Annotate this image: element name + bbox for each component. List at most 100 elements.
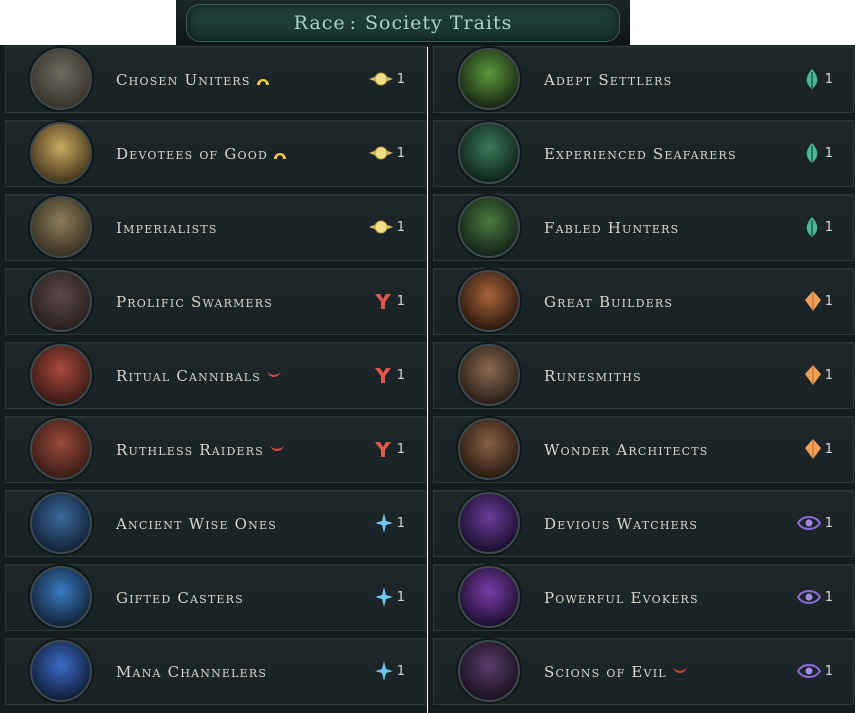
trait-row[interactable]: Great Builders 1	[433, 268, 854, 335]
trait-name-text: Imperialists	[116, 219, 218, 237]
trait-cost-value: 1	[824, 145, 833, 161]
teal-leaf-icon	[803, 217, 821, 237]
red-fork-icon	[373, 440, 393, 458]
left-trait-list: Chosen Uniters 1 Devotees of Good 1 Imperial…	[0, 45, 427, 713]
trait-cost: 1	[796, 587, 833, 607]
trait-name-text: Adept Settlers	[544, 71, 673, 89]
blue-star-icon	[374, 587, 393, 607]
trait-name: Scions of Evil	[544, 663, 688, 682]
trait-row[interactable]: Fabled Hunters 1	[433, 194, 854, 261]
trait-name: Great Builders	[544, 293, 673, 311]
trait-name: Imperialists	[116, 219, 218, 237]
trait-cost-value: 1	[824, 219, 833, 235]
trait-name-text: Chosen Uniters	[116, 71, 251, 89]
trait-name: Mana Channelers	[116, 663, 267, 681]
magic-hand-portrait	[30, 566, 92, 628]
red-fork-icon	[373, 366, 393, 384]
trait-row[interactable]: Imperialists 1	[5, 194, 426, 261]
red-fork-icon	[373, 292, 393, 310]
lantern-portrait	[30, 48, 92, 110]
purple-eye-icon	[796, 589, 821, 605]
trait-row[interactable]: Devotees of Good 1	[5, 120, 426, 187]
gold-coin-icon	[368, 146, 393, 160]
amber-gem-icon	[804, 365, 821, 385]
trait-cost: 1	[796, 513, 833, 533]
hooded-sage-portrait	[30, 492, 92, 554]
trait-name-text: Experienced Seafarers	[544, 145, 737, 163]
trait-cost-value: 1	[396, 71, 405, 87]
amber-gem-icon	[804, 439, 821, 459]
hammer-portrait	[458, 270, 520, 332]
trait-cost-value: 1	[396, 515, 405, 531]
trait-name: Wonder Architects	[544, 441, 709, 459]
crystal-portrait	[30, 640, 92, 702]
cart-portrait	[458, 418, 520, 480]
trait-row[interactable]: Ancient Wise Ones 1	[5, 490, 426, 557]
trait-name-text: Powerful Evokers	[544, 589, 699, 607]
trait-name-text: Great Builders	[544, 293, 674, 311]
trait-row[interactable]: Ritual Cannibals 1	[5, 342, 426, 409]
trait-name: Prolific Swarmers	[116, 293, 273, 311]
trait-name-text: Devious Watchers	[544, 515, 699, 533]
teal-leaf-icon	[803, 69, 821, 89]
trait-name: Ritual Cannibals	[116, 367, 282, 386]
title-separator: :	[349, 12, 357, 34]
trait-cost: 1	[368, 69, 405, 89]
raven-portrait	[458, 492, 520, 554]
blue-star-icon	[374, 513, 393, 533]
crescent-icon	[256, 72, 270, 90]
horns-icon	[269, 442, 285, 460]
trait-name: Experienced Seafarers	[544, 145, 737, 163]
title-bar: Race: Society Traits	[176, 0, 630, 47]
trait-name: Devious Watchers	[544, 515, 698, 533]
trait-cost: 1	[796, 661, 833, 681]
skull-portrait	[30, 418, 92, 480]
trait-row[interactable]: Devious Watchers 1	[433, 490, 854, 557]
amber-gem-icon	[804, 291, 821, 311]
trait-row[interactable]: Chosen Uniters 1	[5, 46, 426, 113]
claw-portrait	[458, 566, 520, 628]
hooded-evil-portrait	[458, 640, 520, 702]
trait-row[interactable]: Mana Channelers 1	[5, 638, 426, 705]
crescent-icon	[273, 146, 287, 164]
horns-icon	[672, 664, 688, 682]
purple-eye-icon	[796, 663, 821, 679]
page-title: Race: Society Traits	[176, 12, 630, 34]
trait-row[interactable]: Powerful Evokers 1	[433, 564, 854, 631]
haloed-figure-portrait	[30, 122, 92, 184]
title-text: Society Traits	[365, 12, 513, 34]
purple-eye-icon	[796, 515, 821, 531]
horns-icon	[266, 368, 282, 386]
trait-cost: 1	[374, 513, 405, 533]
bow-portrait	[458, 196, 520, 258]
trait-row[interactable]: Gifted Casters 1	[5, 564, 426, 631]
trait-cost-value: 1	[396, 145, 405, 161]
trait-row[interactable]: Wonder Architects 1	[433, 416, 854, 483]
trait-row[interactable]: Ruthless Raiders 1	[5, 416, 426, 483]
trait-cost-value: 1	[396, 663, 405, 679]
trait-cost: 1	[803, 217, 833, 237]
trait-row[interactable]: Adept Settlers 1	[433, 46, 854, 113]
trait-cost-value: 1	[824, 71, 833, 87]
blue-star-icon	[374, 661, 393, 681]
trait-name-text: Fabled Hunters	[544, 219, 680, 237]
trait-name-text: Gifted Casters	[116, 589, 244, 607]
title-label: Race	[293, 12, 346, 34]
teal-leaf-icon	[803, 143, 821, 163]
trait-row[interactable]: Prolific Swarmers 1	[5, 268, 426, 335]
sprout-portrait	[458, 48, 520, 110]
trait-name: Devotees of Good	[116, 145, 287, 164]
meat-portrait	[30, 344, 92, 406]
trait-cost: 1	[804, 291, 833, 311]
gold-coin-icon	[368, 72, 393, 86]
gold-coin-icon	[368, 220, 393, 234]
key-portrait	[30, 196, 92, 258]
right-trait-list: Adept Settlers 1 Experienced Seafarers 1 Fab…	[428, 45, 855, 713]
trait-row[interactable]: Runesmiths 1	[433, 342, 854, 409]
trait-name-text: Wonder Architects	[544, 441, 709, 459]
trait-row[interactable]: Scions of Evil 1	[433, 638, 854, 705]
trait-cost: 1	[373, 365, 405, 385]
trait-name-text: Mana Channelers	[116, 663, 268, 681]
trait-row[interactable]: Experienced Seafarers 1	[433, 120, 854, 187]
trait-cost-value: 1	[396, 589, 405, 605]
